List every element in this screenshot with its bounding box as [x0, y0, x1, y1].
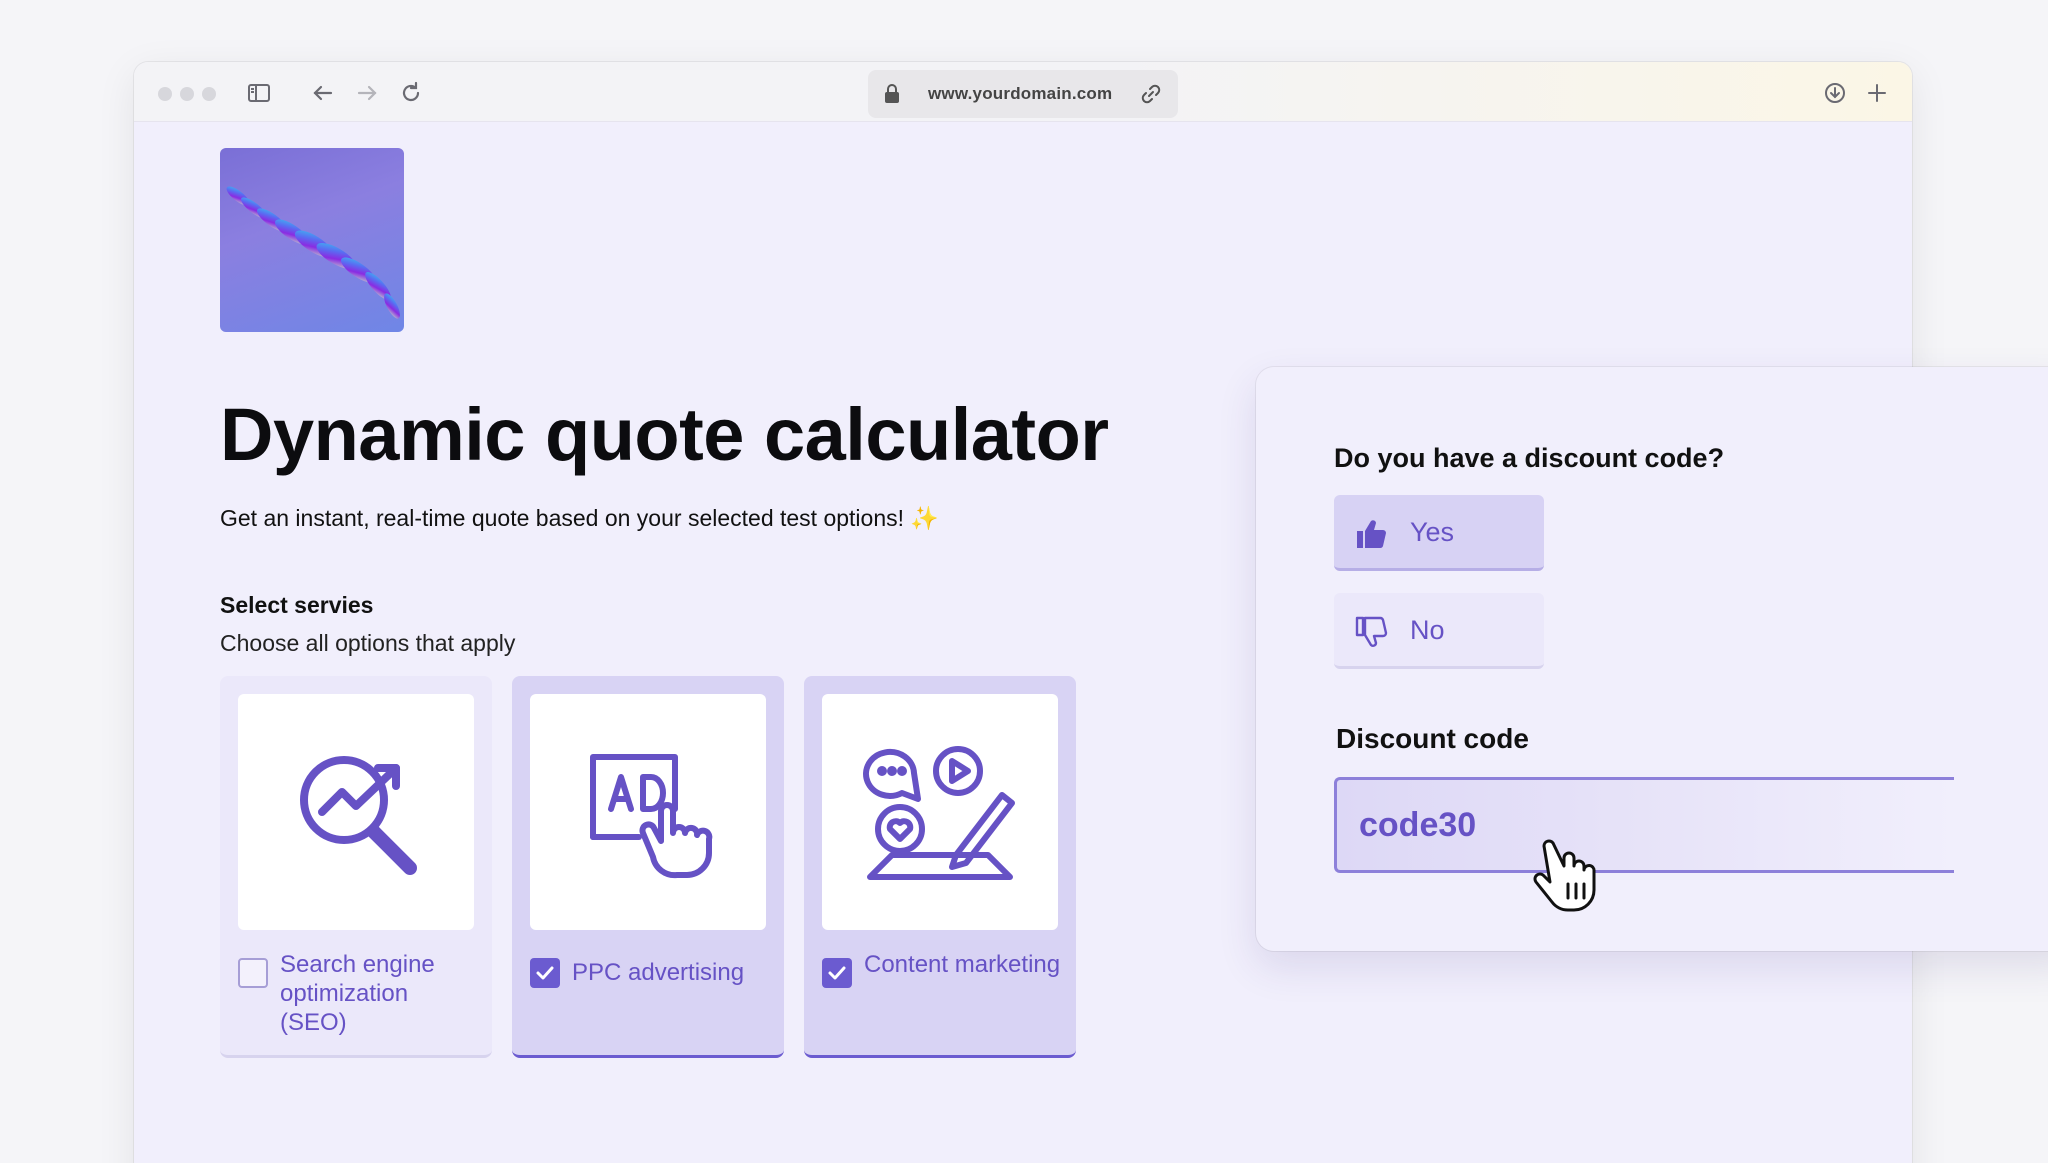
page-subtitle: Get an instant, real-time quote based on…: [220, 505, 939, 532]
window-close-dot[interactable]: [158, 87, 172, 101]
service-card-image: [238, 694, 474, 930]
download-icon[interactable]: [1822, 80, 1848, 106]
screen: www.yourdomain.com Dynamic quote calcula…: [0, 0, 2048, 1163]
service-card-content[interactable]: Content marketing: [804, 676, 1076, 1058]
hero-image: [220, 148, 404, 332]
window-minimize-dot[interactable]: [180, 87, 194, 101]
service-card-ppc[interactable]: PPC advertising: [512, 676, 784, 1058]
service-label-ppc: PPC advertising: [572, 959, 745, 986]
service-card-image: [822, 694, 1058, 930]
ad-click-icon: [590, 754, 713, 879]
new-tab-icon[interactable]: [1864, 80, 1890, 106]
services-section-label: Select servies: [220, 592, 374, 618]
no-option-button[interactable]: No: [1334, 593, 1544, 669]
reload-icon[interactable]: [398, 80, 424, 106]
service-card-seo[interactable]: Search engine optimization (SEO): [220, 676, 492, 1058]
browser-toolbar: www.yourdomain.com: [134, 62, 1912, 122]
service-label-seo: Search engine optimization (SEO): [280, 951, 435, 1036]
services-section-help: Choose all options that apply: [220, 630, 516, 656]
back-arrow-icon[interactable]: [310, 80, 336, 106]
subtitle-text: Get an instant, real-time quote based on…: [220, 505, 905, 531]
ppc-checkbox[interactable]: [530, 958, 560, 988]
seo-checkbox[interactable]: [238, 958, 268, 988]
discount-code-label: Discount code: [1336, 723, 1529, 754]
thumbs-up-icon: [1354, 517, 1388, 551]
discount-code-input[interactable]: [1334, 777, 1954, 873]
copy-link-icon[interactable]: [1140, 83, 1162, 105]
forward-arrow-icon[interactable]: [354, 80, 380, 106]
service-card-image: [530, 694, 766, 930]
yes-option-label: Yes: [1410, 517, 1455, 547]
lock-icon: [882, 83, 902, 105]
no-option-label: No: [1410, 615, 1445, 645]
sparkle-emoji: ✨: [910, 505, 939, 531]
sidebar-toggle-icon[interactable]: [246, 80, 272, 106]
discount-question: Do you have a discount code?: [1334, 443, 1725, 473]
address-bar[interactable]: www.yourdomain.com: [868, 70, 1178, 118]
hand-pointer-cursor-icon: [1530, 838, 1606, 914]
url-text: www.yourdomain.com: [928, 84, 1113, 103]
content-marketing-icon: [863, 746, 1015, 880]
seo-magnifier-icon: [300, 756, 417, 875]
service-label-content: Content marketing: [864, 951, 1061, 978]
discount-panel: Do you have a discount code? Yes No Disc…: [1256, 367, 2048, 951]
page-title: Dynamic quote calculator: [220, 393, 1109, 476]
window-zoom-dot[interactable]: [202, 87, 216, 101]
thumbs-down-icon: [1354, 615, 1388, 649]
yes-option-button[interactable]: Yes: [1334, 495, 1544, 571]
content-checkbox[interactable]: [822, 958, 852, 988]
